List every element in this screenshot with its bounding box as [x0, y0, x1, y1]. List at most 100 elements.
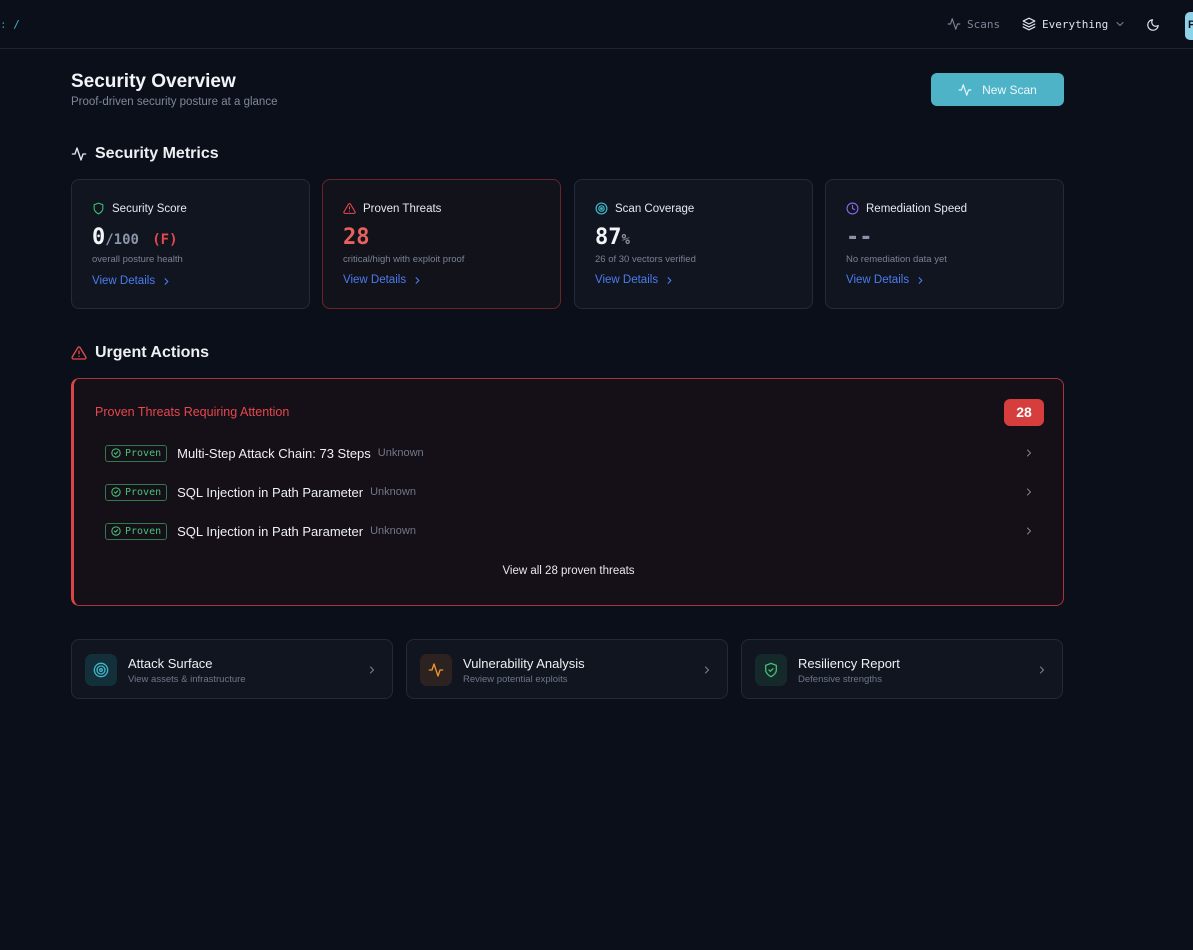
- view-details-label: View Details: [343, 274, 407, 286]
- proven-badge-label: Proven: [125, 486, 162, 498]
- new-scan-label: New Scan: [982, 82, 1037, 97]
- alert-triangle-icon: [343, 203, 356, 214]
- proven-badge-label: Proven: [125, 447, 162, 459]
- urgent-actions-heading: Urgent Actions: [71, 344, 209, 362]
- threat-severity: Unknown: [370, 525, 416, 537]
- nav-card-icon: [420, 654, 452, 686]
- metric-value: 0/100 (F): [92, 225, 178, 250]
- chevron-right-icon: [1027, 449, 1031, 457]
- nav-card-subtitle: View assets & infrastructure: [128, 674, 246, 685]
- coverage-suffix: %: [621, 232, 630, 248]
- metric-description: No remediation data yet: [846, 254, 947, 265]
- breadcrumb[interactable]: : /: [0, 18, 20, 31]
- score-grade: (F): [152, 232, 178, 248]
- threat-severity: Unknown: [370, 486, 416, 498]
- activity-icon: [958, 83, 972, 96]
- theme-toggle-button[interactable]: [1146, 18, 1160, 37]
- chevron-right-icon: [370, 666, 374, 674]
- nav-card-title: Vulnerability Analysis: [463, 656, 585, 671]
- metric-value: 87%: [595, 225, 630, 250]
- check-circle-icon: [111, 448, 121, 458]
- activity-icon: [71, 147, 87, 161]
- proven-badge: Proven: [105, 444, 168, 462]
- metric-description: critical/high with exploit proof: [343, 254, 465, 265]
- nav-card-title: Attack Surface: [128, 656, 213, 671]
- new-scan-button[interactable]: New Scan: [931, 73, 1064, 106]
- metric-description: overall posture health: [92, 254, 183, 265]
- layers-icon: [1022, 17, 1036, 31]
- check-circle-icon: [111, 487, 121, 497]
- threat-name: SQL Injection in Path Parameter: [177, 523, 364, 539]
- metric-title: Remediation Speed: [866, 202, 968, 215]
- alert-triangle-icon: [71, 346, 87, 360]
- chevron-right-icon: [1027, 488, 1031, 496]
- nav-card-subtitle: Defensive strengths: [798, 674, 882, 685]
- security-metrics-heading: Security Metrics: [71, 145, 219, 163]
- view-details-label: View Details: [846, 274, 910, 286]
- metric-value: 28: [343, 225, 370, 250]
- clock-icon: [846, 202, 859, 215]
- urgent-actions-panel: Proven Threats Requiring Attention 28 Pr…: [71, 378, 1064, 606]
- threat-row[interactable]: Proven Multi-Step Attack Chain: 73 Steps…: [105, 441, 1035, 465]
- chevron-right-icon: [415, 276, 420, 284]
- chevron-right-icon: [1027, 527, 1031, 535]
- nav-card-title: Resiliency Report: [798, 656, 900, 671]
- section-title: Security Metrics: [95, 145, 219, 162]
- chevron-right-icon: [164, 277, 169, 285]
- check-circle-icon: [111, 526, 121, 536]
- proven-badge: Proven: [105, 483, 168, 501]
- view-details-label: View Details: [92, 275, 156, 287]
- chevron-right-icon: [667, 276, 672, 284]
- chevron-down-icon: [1116, 22, 1124, 26]
- scope-selector[interactable]: Everything: [1022, 17, 1126, 31]
- threat-row[interactable]: Proven SQL Injection in Path Parameter U…: [105, 480, 1035, 504]
- shield-icon: [93, 202, 104, 215]
- urgent-panel-title: Proven Threats Requiring Attention: [95, 405, 290, 419]
- threat-row[interactable]: Proven SQL Injection in Path Parameter U…: [105, 519, 1035, 543]
- metric-title: Scan Coverage: [615, 202, 695, 215]
- view-details-link[interactable]: View Details: [846, 274, 926, 286]
- threat-severity: Unknown: [377, 447, 424, 459]
- chevron-right-icon: [705, 666, 709, 674]
- nav-card-attack-surface[interactable]: Attack Surface View assets & infrastruct…: [71, 639, 393, 699]
- threat-name: Multi-Step Attack Chain: 73 Steps: [177, 445, 371, 461]
- view-details-link[interactable]: View Details: [92, 275, 172, 287]
- nav-card-subtitle: Review potential exploits: [463, 674, 568, 685]
- metric-title: Security Score: [112, 202, 187, 215]
- metric-title: Proven Threats: [363, 202, 442, 215]
- proven-badge-label: Proven: [125, 525, 162, 537]
- scope-label: Everything: [1042, 17, 1109, 31]
- metric-card-proven-threats: Proven Threats 28 critical/high with exp…: [322, 179, 561, 309]
- threat-count-badge: 28: [1004, 399, 1044, 426]
- coverage-value: 87: [595, 225, 622, 250]
- chevron-right-icon: [1040, 666, 1044, 674]
- target-icon: [595, 202, 608, 215]
- target-icon: [93, 662, 109, 678]
- nav-card-resiliency-report[interactable]: Resiliency Report Defensive strengths: [741, 639, 1063, 699]
- proven-badge: Proven: [105, 522, 168, 540]
- metric-value: --: [846, 225, 873, 250]
- score-suffix: /100: [105, 232, 139, 248]
- scans-label: Scans: [967, 17, 1001, 31]
- top-bar: : / Scans Everything P: [0, 0, 1193, 49]
- nav-card-vulnerability-analysis[interactable]: Vulnerability Analysis Review potential …: [406, 639, 728, 699]
- moon-icon: [1147, 19, 1159, 31]
- scans-nav-link[interactable]: Scans: [947, 17, 1000, 31]
- nav-card-icon: [755, 654, 787, 686]
- metric-card-remediation-speed: Remediation Speed -- No remediation data…: [825, 179, 1064, 309]
- view-details-link[interactable]: View Details: [595, 274, 675, 286]
- metric-card-security-score: Security Score 0/100 (F) overall posture…: [71, 179, 310, 309]
- activity-icon: [947, 18, 961, 30]
- nav-card-icon: [85, 654, 117, 686]
- page-subtitle: Proof-driven security posture at a glanc…: [71, 96, 278, 108]
- shield-check-icon: [765, 662, 777, 678]
- section-title: Urgent Actions: [95, 344, 210, 361]
- metric-description: 26 of 30 vectors verified: [595, 254, 696, 265]
- view-details-link[interactable]: View Details: [343, 274, 423, 286]
- breadcrumb-prefix: :: [0, 18, 7, 31]
- avatar[interactable]: P: [1185, 12, 1193, 40]
- view-details-label: View Details: [595, 274, 659, 286]
- metric-card-scan-coverage: Scan Coverage 87% 26 of 30 vectors verif…: [574, 179, 813, 309]
- threat-name: SQL Injection in Path Parameter: [177, 484, 364, 500]
- view-all-threats-link[interactable]: View all 28 proven threats: [74, 565, 1063, 577]
